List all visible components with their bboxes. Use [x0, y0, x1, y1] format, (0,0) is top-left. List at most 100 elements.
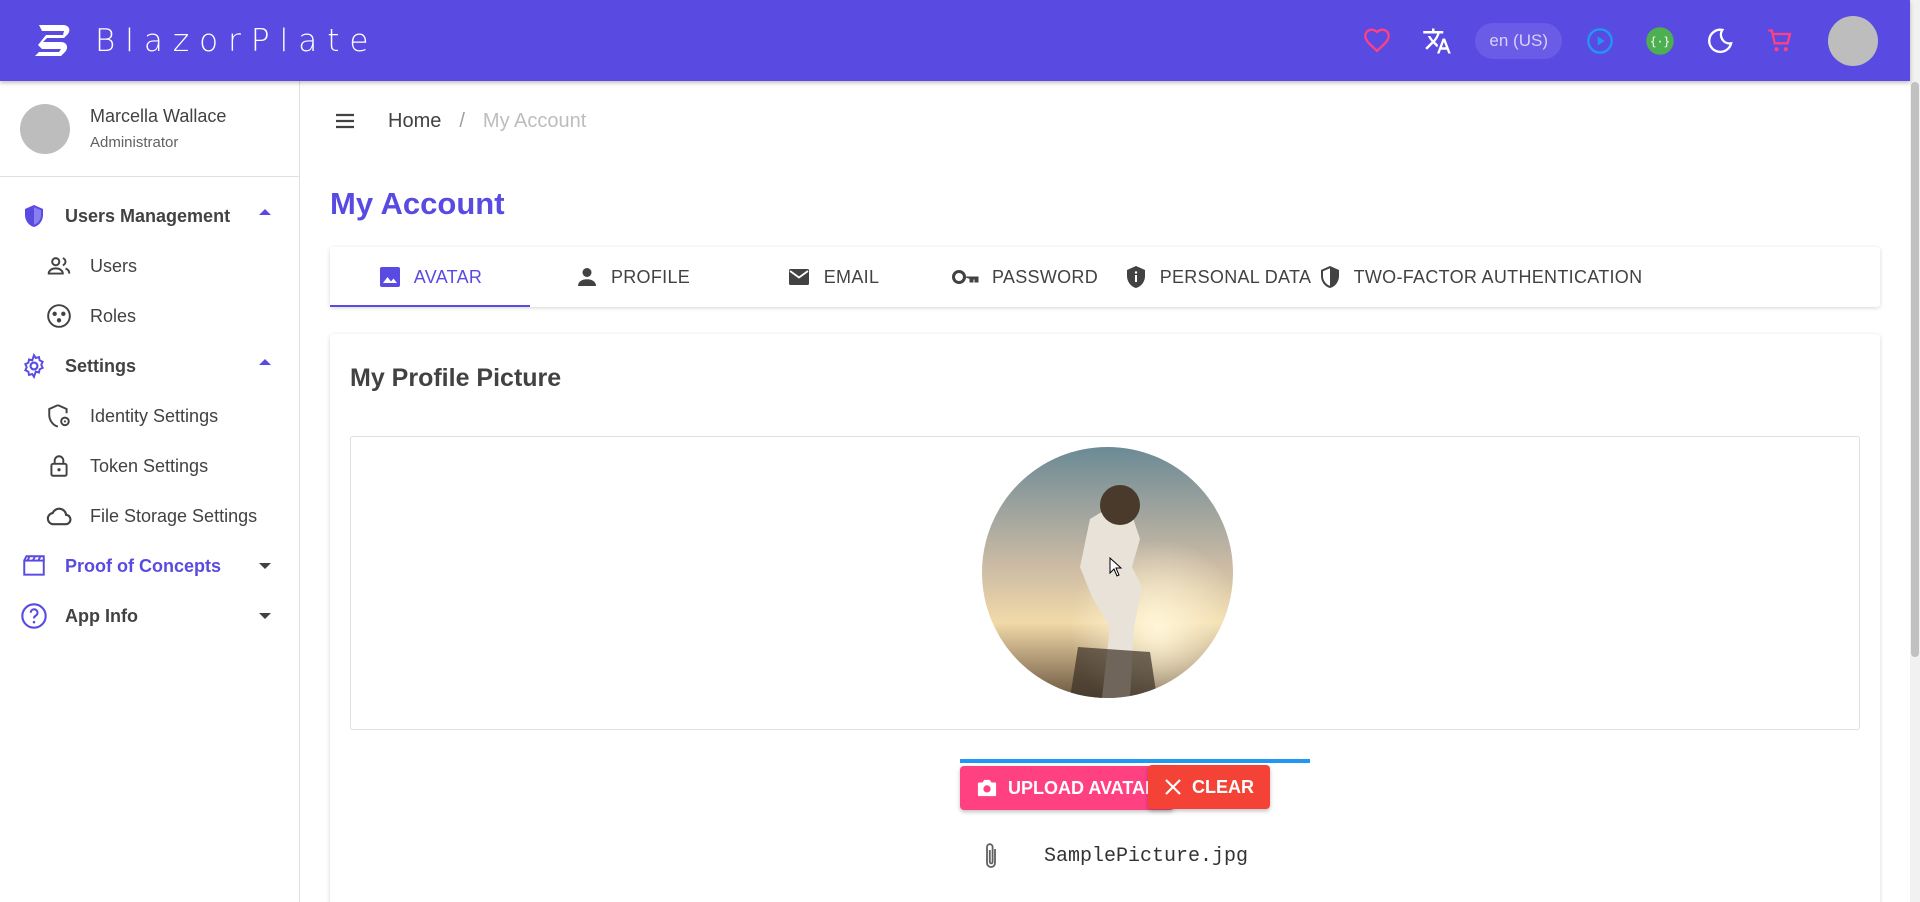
- nav-item-label: File Storage Settings: [90, 505, 258, 526]
- nav-item-users[interactable]: Users: [0, 241, 299, 291]
- nav-group-settings[interactable]: Settings: [0, 341, 299, 391]
- heart-icon: [1364, 28, 1391, 53]
- sidebar: Marcella Wallace Administrator Users Man…: [0, 81, 300, 902]
- dark-mode-toggle[interactable]: [1690, 11, 1750, 71]
- breadcrumb-current: My Account: [482, 109, 587, 132]
- tab-label: Two-Factor Authentication: [1353, 266, 1643, 287]
- nav-item-label: Users: [90, 255, 138, 276]
- avatar-image: [982, 447, 1233, 698]
- scrollbar-thumb[interactable]: [1911, 82, 1919, 657]
- person-icon: [577, 268, 596, 286]
- nav-group-label: Proof of Concepts: [65, 555, 221, 576]
- menu-icon: [336, 113, 354, 129]
- cloud-icon: [46, 507, 72, 526]
- lock-icon: [50, 455, 68, 477]
- account-tabs: Avatar Profile Email Password Personal D…: [330, 247, 1880, 307]
- collapse-arrow-icon: [259, 359, 271, 365]
- user-avatar: [20, 103, 70, 154]
- blazorplate-logo-icon: [35, 24, 70, 56]
- selected-file-row: SamplePicture.jpg: [980, 841, 1248, 871]
- app-bar: BlazorPlate en (US) {·}: [0, 0, 1910, 81]
- tab-profile[interactable]: Profile: [530, 247, 735, 307]
- upload-progress-bar: [960, 759, 1310, 763]
- sidebar-nav: Users Management Users Roles Settings Id…: [0, 177, 299, 641]
- nav-item-roles[interactable]: Roles: [0, 291, 299, 341]
- nav-item-label: Roles: [90, 305, 137, 326]
- tab-label: Personal Data: [1159, 266, 1312, 287]
- nav-group-label: App Info: [65, 605, 138, 626]
- people-icon: [47, 257, 71, 275]
- shield-icon: [1320, 266, 1339, 288]
- clear-label: Clear: [1192, 776, 1254, 797]
- profile-picture-card: My Profile Picture UPLOAD AVATAR CLEAR S…: [330, 334, 1880, 902]
- play-circle-icon: [1587, 27, 1613, 54]
- app-title: BlazorPlate: [95, 22, 379, 59]
- nav-group-label: Users Management: [65, 205, 231, 226]
- nav-item-label: Identity Settings: [90, 405, 219, 426]
- nav-group-app-info[interactable]: App Info: [0, 591, 299, 641]
- roles-icon: [47, 304, 71, 328]
- close-icon: [1165, 779, 1181, 795]
- translate-button[interactable]: [1407, 11, 1467, 71]
- tab-label: Avatar: [413, 266, 483, 287]
- tab-label: Email: [823, 266, 880, 287]
- favorite-button[interactable]: [1347, 11, 1407, 71]
- nav-group-proof-of-concepts[interactable]: Proof of Concepts: [0, 541, 299, 591]
- upload-avatar-button[interactable]: Upload Avatar: [960, 766, 1174, 810]
- tab-email[interactable]: Email: [735, 247, 930, 307]
- cart-icon: [1768, 28, 1792, 51]
- clapperboard-icon: [23, 555, 45, 576]
- nav-item-file-storage-settings[interactable]: File Storage Settings: [0, 491, 299, 541]
- nav-item-token-settings[interactable]: Token Settings: [0, 441, 299, 491]
- tab-two-factor-authentication[interactable]: Two-Factor Authentication: [1315, 247, 1645, 307]
- collapse-arrow-icon: [259, 209, 271, 215]
- user-role: Administrator: [90, 134, 179, 151]
- card-title: My Profile Picture: [350, 364, 562, 392]
- user-box: Marcella Wallace Administrator: [0, 81, 299, 177]
- image-icon: [379, 267, 400, 287]
- nav-item-identity-settings[interactable]: Identity Settings: [0, 391, 299, 441]
- appbar-avatar[interactable]: [1828, 15, 1878, 66]
- breadcrumb-separator: /: [459, 109, 465, 132]
- shield-settings-icon: [48, 404, 70, 428]
- cart-button[interactable]: [1750, 11, 1810, 71]
- breadcrumb-home[interactable]: Home: [388, 110, 441, 133]
- shield-info-icon: [1126, 266, 1145, 288]
- language-chip[interactable]: en (US): [1475, 22, 1562, 59]
- mail-icon: [788, 269, 809, 285]
- brand[interactable]: BlazorPlate: [33, 21, 378, 61]
- tab-password[interactable]: Password: [930, 247, 1120, 307]
- gear-icon: [24, 353, 44, 379]
- file-name: SamplePicture.jpg: [1044, 844, 1249, 868]
- moon-icon: [1708, 28, 1733, 53]
- tab-personal-data[interactable]: Personal Data: [1120, 247, 1315, 307]
- main-content: Home / My Account My Account Avatar Prof…: [300, 81, 1910, 902]
- tab-label: Profile: [610, 266, 691, 287]
- clear-button[interactable]: Clear: [1148, 765, 1270, 809]
- svg-text:{·}: {·}: [1650, 35, 1670, 48]
- nav-group-users-management[interactable]: Users Management: [0, 191, 299, 241]
- api-button[interactable]: {·}: [1630, 11, 1690, 71]
- key-icon: [951, 270, 979, 284]
- upload-avatar-label: Upload Avatar: [1008, 777, 1158, 798]
- play-button[interactable]: [1570, 11, 1630, 71]
- avatar-preview-box: [350, 436, 1860, 730]
- api-icon: {·}: [1646, 26, 1674, 55]
- help-circle-icon: [21, 603, 47, 629]
- expand-arrow-icon: [259, 613, 271, 619]
- tab-avatar[interactable]: Avatar: [330, 247, 530, 307]
- camera-icon: [977, 779, 997, 797]
- nav-item-label: Token Settings: [90, 455, 209, 476]
- attachment-icon: [986, 843, 996, 868]
- menu-toggle-button[interactable]: [330, 106, 360, 136]
- breadcrumb: Home / My Account: [388, 110, 586, 133]
- tab-label: Password: [991, 266, 1099, 287]
- top-line: Home / My Account: [300, 81, 1910, 161]
- expand-arrow-icon: [259, 563, 271, 569]
- nav-group-label: Settings: [65, 355, 137, 376]
- page-scrollbar[interactable]: [1910, 0, 1920, 902]
- appbar-actions: en (US) {·}: [1347, 0, 1910, 81]
- mouse-cursor-icon: [1109, 557, 1123, 577]
- shield-icon: [25, 205, 43, 227]
- user-name: Marcella Wallace: [90, 106, 227, 126]
